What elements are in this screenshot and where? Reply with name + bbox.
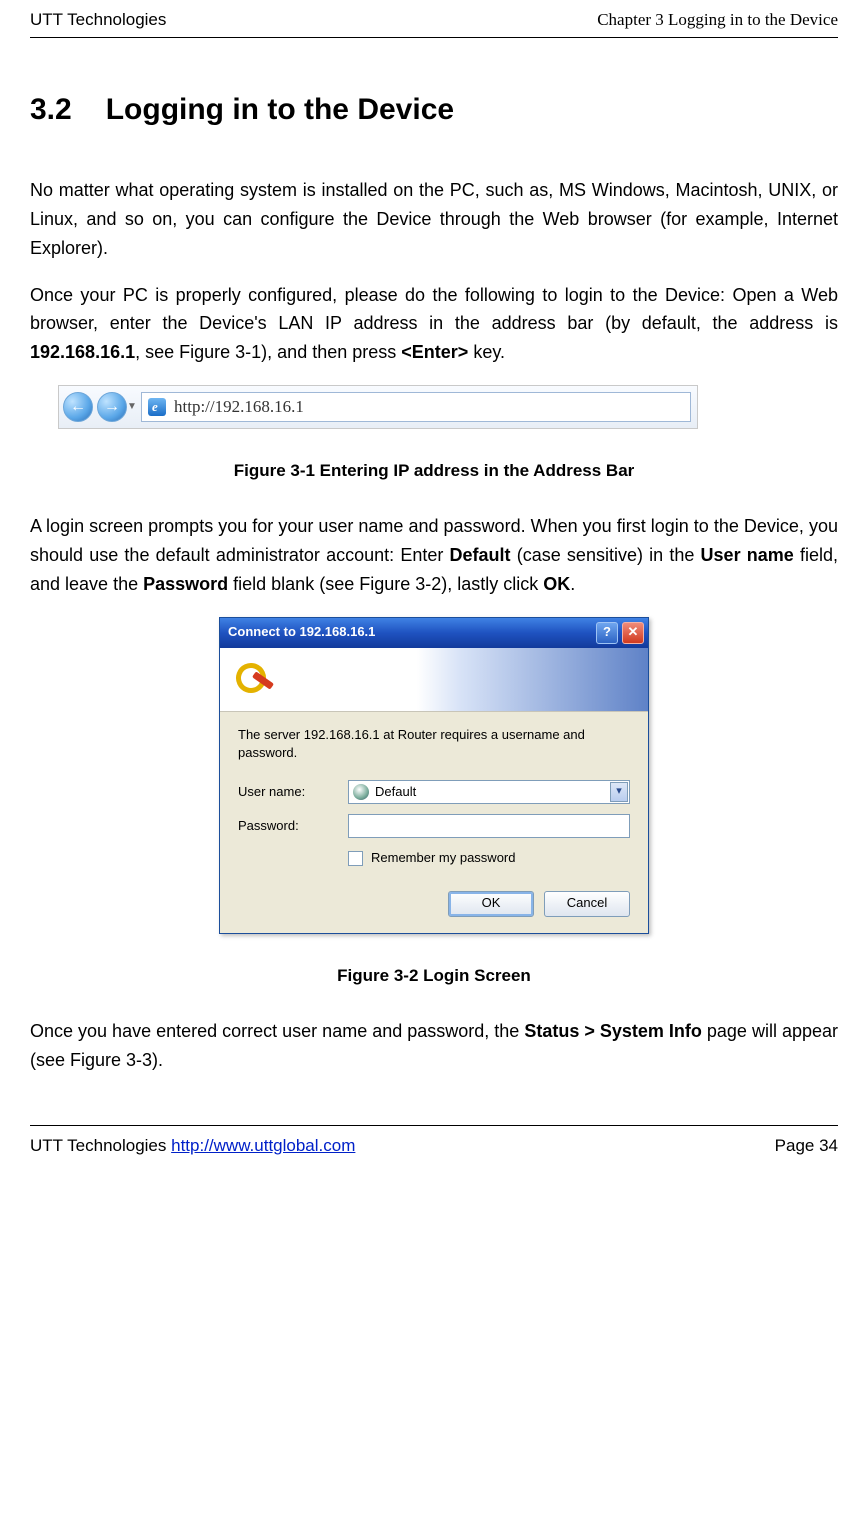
forward-button[interactable]: → bbox=[97, 392, 127, 422]
dialog-title: Connect to 192.168.16.1 bbox=[228, 622, 375, 643]
figure-2: Connect to 192.168.16.1 ? ✕ The server 1… bbox=[30, 617, 838, 934]
paragraph-intro: No matter what operating system is insta… bbox=[30, 176, 838, 262]
ok-button[interactable]: OK bbox=[448, 891, 534, 917]
figure-1: ← → ▼ http://192.168.16.1 bbox=[58, 385, 838, 429]
figure-2-caption: Figure 3-2 Login Screen bbox=[30, 962, 838, 989]
section-number: 3.2 bbox=[30, 86, 72, 134]
remember-password-label: Remember my password bbox=[371, 848, 516, 869]
password-label: Password: bbox=[238, 816, 348, 837]
help-button[interactable]: ? bbox=[596, 622, 618, 644]
section-heading: 3.2 Logging in to the Device bbox=[30, 86, 838, 134]
paragraph-login: A login screen prompts you for your user… bbox=[30, 512, 838, 598]
footer-link[interactable]: http://www.uttglobal.com bbox=[171, 1136, 355, 1155]
address-url: http://192.168.16.1 bbox=[174, 393, 304, 420]
figure-1-caption: Figure 3-1 Entering IP address in the Ad… bbox=[30, 457, 838, 484]
header-right: Chapter 3 Logging in to the Device bbox=[597, 6, 838, 33]
ie-icon bbox=[148, 398, 166, 416]
nav-dropdown-icon[interactable]: ▼ bbox=[127, 399, 137, 415]
username-field[interactable]: Default ▾ bbox=[348, 780, 630, 804]
remember-password-checkbox[interactable] bbox=[348, 851, 363, 866]
page-footer: UTT Technologies http://www.uttglobal.co… bbox=[30, 1125, 838, 1159]
paragraph-after-login: Once you have entered correct user name … bbox=[30, 1017, 838, 1075]
browser-address-bar: ← → ▼ http://192.168.16.1 bbox=[58, 385, 698, 429]
dialog-titlebar: Connect to 192.168.16.1 ? ✕ bbox=[220, 618, 648, 648]
username-label: User name: bbox=[238, 782, 348, 803]
section-title-text: Logging in to the Device bbox=[106, 93, 454, 126]
footer-left: UTT Technologies http://www.uttglobal.co… bbox=[30, 1132, 355, 1159]
username-value: Default bbox=[375, 782, 416, 803]
page-header: UTT Technologies Chapter 3 Logging in to… bbox=[30, 0, 838, 38]
header-left: UTT Technologies bbox=[30, 6, 166, 33]
password-field[interactable] bbox=[348, 814, 630, 838]
keys-icon bbox=[232, 657, 276, 701]
dialog-banner bbox=[220, 648, 648, 712]
close-button[interactable]: ✕ bbox=[622, 622, 644, 644]
login-dialog: Connect to 192.168.16.1 ? ✕ The server 1… bbox=[219, 617, 649, 934]
cancel-button[interactable]: Cancel bbox=[544, 891, 630, 917]
back-button[interactable]: ← bbox=[63, 392, 93, 422]
user-icon bbox=[353, 784, 369, 800]
footer-page: Page 34 bbox=[775, 1132, 838, 1159]
address-input[interactable]: http://192.168.16.1 bbox=[141, 392, 691, 422]
dialog-message: The server 192.168.16.1 at Router requir… bbox=[238, 726, 630, 762]
paragraph-addressbar: Once your PC is properly configured, ple… bbox=[30, 281, 838, 367]
chevron-down-icon[interactable]: ▾ bbox=[610, 782, 628, 802]
